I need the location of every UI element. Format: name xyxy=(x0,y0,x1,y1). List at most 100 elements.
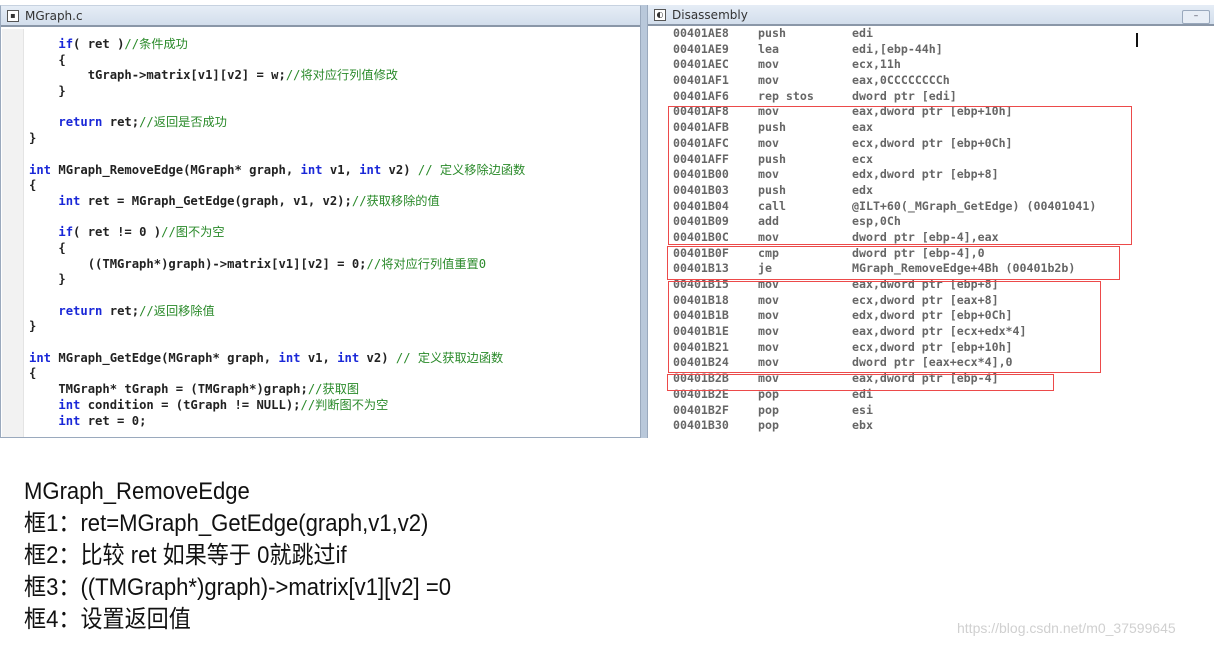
code-line: } xyxy=(29,84,525,100)
code-text: ((TMGraph*)graph)->matrix[v1][v2] = 0; xyxy=(29,256,367,271)
watermark: https://blog.csdn.net/m0_37599645 xyxy=(957,620,1176,636)
code-line: int ret = 0; xyxy=(29,414,525,430)
disassembly-title: Disassembly xyxy=(672,7,748,22)
code-comment: // 定义移除边函数 xyxy=(417,162,526,177)
notes-line: 框1：ret=MGraph_GetEdge(graph,v1,v2) xyxy=(24,510,429,537)
asm-address: 00401AEC xyxy=(673,57,729,72)
asm-mnemonic: push xyxy=(758,26,786,40)
code-text: } xyxy=(29,84,66,99)
code-keyword: int xyxy=(300,162,323,177)
editor-gutter xyxy=(2,29,24,437)
code-line: if( ret )//条件成功 xyxy=(29,37,525,53)
code-keyword: int xyxy=(58,413,81,428)
code-comment: //条件成功 xyxy=(124,37,188,51)
code-text: v1, xyxy=(300,350,338,365)
code-keyword: int xyxy=(29,162,52,177)
minimize-button[interactable]: – xyxy=(1182,10,1210,24)
asm-operands: ecx,11h xyxy=(852,57,901,72)
code-line: int MGraph_GetEdge(MGraph* graph, int v1… xyxy=(29,351,525,367)
asm-mnemonic: pop xyxy=(758,402,779,417)
code-line: { xyxy=(29,241,525,257)
code-keyword: int xyxy=(337,350,360,365)
asm-operands: ebx xyxy=(852,418,873,433)
code-comment: //返回移除值 xyxy=(139,303,215,318)
code-line: if( ret != 0 )//图不为空 xyxy=(29,225,525,241)
code-keyword: if xyxy=(58,225,74,240)
code-text: MGraph_RemoveEdge(MGraph* graph, xyxy=(51,162,301,177)
asm-mnemonic: mov xyxy=(758,57,779,72)
code-text: MGraph_GetEdge(MGraph* graph, xyxy=(51,350,279,365)
code-text: ret = MGraph_GetEdge(graph, v1, v2); xyxy=(80,193,352,208)
code-text: TMGraph* tGraph = (TMGraph*)graph; xyxy=(29,382,308,397)
code-keyword: return xyxy=(58,115,103,130)
code-line: } xyxy=(29,272,525,288)
asm-mnemonic: rep stos xyxy=(758,88,814,103)
minimize-icon: – xyxy=(1193,11,1199,21)
code-comment: //图不为空 xyxy=(161,225,225,240)
notes-line: 框3：((TMGraph*)graph)->matrix[v1][v2] =0 xyxy=(24,574,452,601)
highlight-box-2 xyxy=(667,246,1120,280)
code-comment: //将对应行列值重置0 xyxy=(366,256,487,271)
source-code[interactable]: if( ret )//条件成功 { tGraph->matrix[v1][v2]… xyxy=(29,37,525,429)
code-text: condition = (tGraph != NULL); xyxy=(80,397,301,412)
disassembly-icon: ◐ xyxy=(654,8,666,21)
highlight-box-4 xyxy=(667,374,1054,391)
code-keyword: if xyxy=(58,37,74,51)
code-text: v2) xyxy=(381,162,418,177)
code-text: v1, xyxy=(322,162,360,177)
asm-mnemonic: pop xyxy=(758,418,779,433)
code-comment: //获取移除的值 xyxy=(351,193,440,208)
code-text: } xyxy=(29,131,37,146)
code-line: { xyxy=(29,53,525,69)
code-line: } xyxy=(29,131,525,147)
code-line: int ret = MGraph_GetEdge(graph, v1, v2);… xyxy=(29,194,525,210)
code-keyword: int xyxy=(58,193,81,208)
asm-operands: esi xyxy=(852,402,873,417)
c-source-file-icon: ▪ xyxy=(7,9,19,22)
highlight-box-3 xyxy=(668,281,1101,373)
asm-mnemonic: mov xyxy=(758,73,779,88)
asm-operands: edi xyxy=(852,26,873,40)
annotation-notes: MGraph_RemoveEdge 框1：ret=MGraph_GetEdge(g… xyxy=(24,476,451,636)
code-text: { xyxy=(29,240,66,255)
code-text: ret; xyxy=(102,303,140,318)
code-text: } xyxy=(29,319,37,334)
code-text: ( ret ) xyxy=(73,37,125,51)
code-text: ret = 0; xyxy=(80,413,147,428)
asm-address: 00401AE9 xyxy=(673,41,729,56)
asm-operands: dword ptr [edi] xyxy=(852,88,957,103)
disassembly-window: ◐ Disassembly – 00401AE8 push edi 00401AE9 l… xyxy=(647,5,1214,438)
code-keyword: int xyxy=(29,350,52,365)
source-editor-window: ▪ MGraph.c if( ret )//条件成功 { tGraph->mat… xyxy=(0,5,641,438)
code-text: } xyxy=(29,272,66,287)
source-editor-titlebar[interactable]: ▪ MGraph.c xyxy=(1,6,640,27)
code-comment: // 定义获取边函数 xyxy=(395,350,504,365)
code-comment: //将对应行列值修改 xyxy=(285,68,398,83)
code-text: ret; xyxy=(102,115,140,130)
code-line: return ret;//返回移除值 xyxy=(29,304,525,320)
code-text: ( ret != 0 ) xyxy=(73,225,162,240)
code-comment: //获取图 xyxy=(307,382,360,397)
asm-address: 00401AE8 xyxy=(673,26,729,40)
disassembly-titlebar[interactable]: ◐ Disassembly xyxy=(648,5,1214,26)
code-line: int MGraph_RemoveEdge(MGraph* graph, int… xyxy=(29,163,525,179)
asm-address: 00401AF1 xyxy=(673,73,729,88)
text-caret xyxy=(1136,33,1138,47)
notes-heading: MGraph_RemoveEdge xyxy=(24,478,250,505)
code-keyword: int xyxy=(359,162,382,177)
code-text: { xyxy=(29,52,66,67)
notes-line: 框4：设置返回值 xyxy=(24,606,191,633)
asm-address: 00401AF6 xyxy=(673,88,729,103)
code-text: { xyxy=(29,178,37,193)
